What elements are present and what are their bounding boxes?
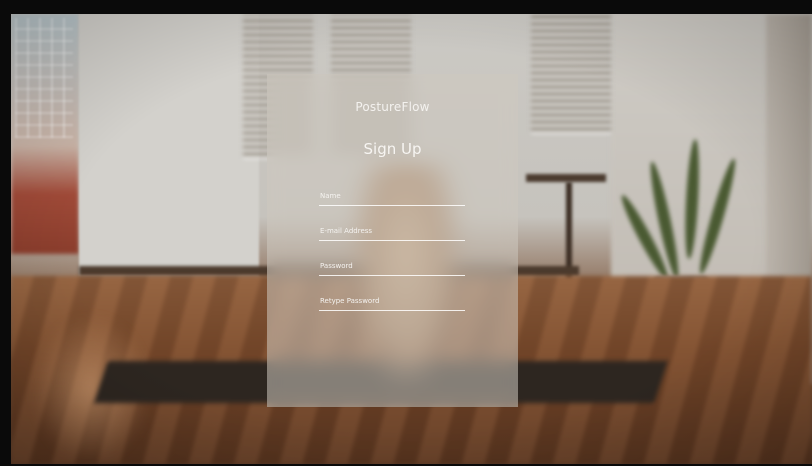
name-field[interactable]	[320, 189, 464, 203]
password-field-wrapper	[319, 259, 465, 276]
email-field-wrapper	[319, 224, 465, 241]
name-field-wrapper	[319, 189, 465, 206]
password-field[interactable]	[320, 259, 464, 273]
signup-panel: PostureFlow Sign Up	[267, 74, 518, 407]
email-field[interactable]	[320, 224, 464, 238]
retype-password-field-wrapper	[319, 294, 465, 311]
brand-name: PostureFlow	[355, 100, 430, 114]
app-window: PostureFlow Sign Up	[0, 0, 812, 466]
page-title: Sign Up	[363, 140, 422, 158]
retype-password-field[interactable]	[320, 294, 464, 308]
